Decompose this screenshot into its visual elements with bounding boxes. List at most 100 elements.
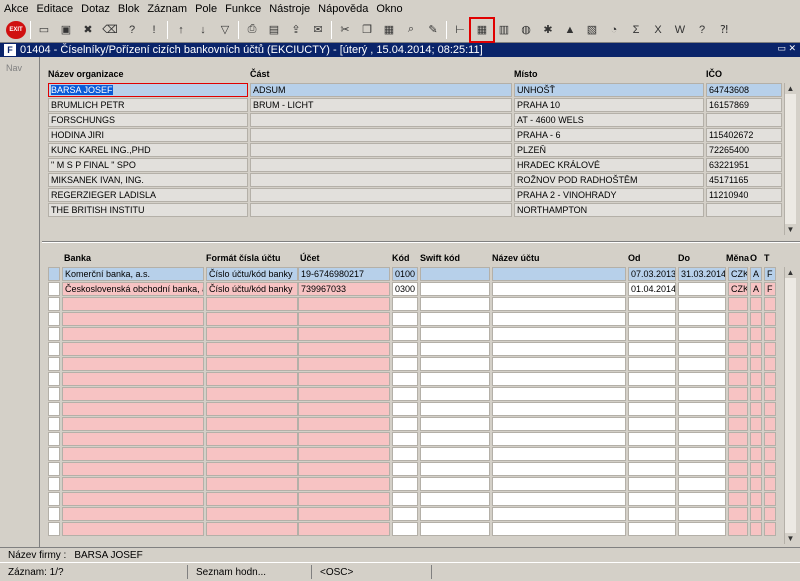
valid-from-cell[interactable] [628,417,676,431]
bank-name-cell[interactable] [62,312,204,326]
menu-item[interactable]: Pole [195,3,217,15]
org-ico-cell[interactable]: 72265400 [706,143,782,157]
scroll-up-icon[interactable]: ▲ [785,267,796,278]
account-number-cell[interactable] [298,477,390,491]
bank-scrollbar[interactable]: ▲ ▼ [784,267,796,544]
valid-to-cell[interactable] [678,432,726,446]
row-selector[interactable] [48,417,60,431]
account-number-cell[interactable] [298,462,390,476]
o-cell[interactable] [750,297,762,311]
account-number-cell[interactable] [298,312,390,326]
t-cell[interactable] [764,297,776,311]
cut-icon[interactable]: ✂ [336,21,354,39]
org-place-cell[interactable]: NORTHAMPTON [514,203,704,217]
currency-cell[interactable] [728,387,748,401]
account-number-cell[interactable] [298,522,390,536]
valid-from-cell[interactable] [628,447,676,461]
swift-cell[interactable] [420,357,490,371]
account-name-cell[interactable] [492,387,626,401]
swift-cell[interactable] [420,312,490,326]
row-selector[interactable] [48,282,60,296]
swift-cell[interactable] [420,327,490,341]
valid-from-cell[interactable] [628,462,676,476]
bank-code-cell[interactable] [392,402,418,416]
valid-from-cell[interactable] [628,477,676,491]
bank-code-cell[interactable] [392,432,418,446]
account-name-cell[interactable] [492,447,626,461]
o-cell[interactable] [750,312,762,326]
mail-icon[interactable]: ✉ [309,21,327,39]
account-name-cell[interactable] [492,492,626,506]
currency-cell[interactable] [728,462,748,476]
org-place-cell[interactable]: PRAHA 10 [514,98,704,112]
org-name-cell[interactable]: BRUMLICH PETR [48,98,248,112]
valid-to-cell[interactable] [678,477,726,491]
org-part-cell[interactable]: ADSUM [250,83,512,97]
bank-code-cell[interactable]: 0100 [392,267,418,281]
org-name-cell[interactable]: HODINA JIRI [48,128,248,142]
t-cell[interactable]: F [764,267,776,281]
row-selector[interactable] [48,507,60,521]
account-format-cell[interactable] [206,357,298,371]
org-ico-cell[interactable]: 63221951 [706,158,782,172]
t-cell[interactable] [764,507,776,521]
exit-button[interactable]: EXIT [6,20,26,39]
row-selector[interactable] [48,447,60,461]
menu-item[interactable]: Funkce [225,3,261,15]
tree-icon[interactable]: ⊢ [451,21,469,39]
org-ico-cell[interactable] [706,113,782,127]
paste-icon[interactable]: ▦ [380,21,398,39]
t-cell[interactable]: F [764,282,776,296]
find-icon[interactable]: ⌕ [402,21,420,39]
row-selector[interactable] [48,327,60,341]
o-cell[interactable] [750,507,762,521]
account-name-cell[interactable] [492,432,626,446]
account-format-cell[interactable] [206,492,298,506]
account-name-cell[interactable] [492,402,626,416]
o-cell[interactable] [750,522,762,536]
delete-icon[interactable]: ✖ [79,21,97,39]
currency-cell[interactable] [728,522,748,536]
swift-cell[interactable] [420,507,490,521]
o-cell[interactable]: A [750,282,762,296]
execute-query-icon[interactable]: ! [145,21,163,39]
org-ico-cell[interactable]: 45171165 [706,173,782,187]
row-selector[interactable] [48,297,60,311]
row-selector[interactable] [48,492,60,506]
menu-item[interactable]: Dotaz [81,3,110,15]
bank-name-cell[interactable]: Komerční banka, a.s. [62,267,204,281]
currency-cell[interactable]: CZK [728,282,748,296]
account-number-cell[interactable]: 739967033 [298,282,390,296]
row-selector[interactable] [48,357,60,371]
t-cell[interactable] [764,327,776,341]
org-ico-cell[interactable]: 115402672 [706,128,782,142]
calendar-icon[interactable]: ▦ [469,16,495,43]
bank-name-cell[interactable] [62,372,204,386]
org-part-cell[interactable] [250,203,512,217]
account-format-cell[interactable] [206,372,298,386]
account-number-cell[interactable] [298,387,390,401]
org-name-cell[interactable]: BARSA JOSEF [48,83,248,97]
valid-to-cell[interactable] [678,507,726,521]
bank-name-cell[interactable] [62,402,204,416]
bank-name-cell[interactable] [62,357,204,371]
valid-to-cell[interactable] [678,417,726,431]
bank-code-cell[interactable] [392,297,418,311]
nav-label[interactable]: Nav [6,63,39,73]
bank-code-cell[interactable] [392,372,418,386]
org-name-cell[interactable]: REGERZIEGER LADISLA [48,188,248,202]
enter-query-icon[interactable]: ? [123,21,141,39]
org-place-cell[interactable]: PRAHA - 6 [514,128,704,142]
o-cell[interactable] [750,477,762,491]
account-format-cell[interactable] [206,297,298,311]
t-cell[interactable] [764,477,776,491]
currency-cell[interactable] [728,432,748,446]
org-part-cell[interactable]: BRUM - LICHT [250,98,512,112]
currency-cell[interactable] [728,327,748,341]
o-cell[interactable] [750,372,762,386]
row-selector[interactable] [48,522,60,536]
valid-to-cell[interactable] [678,402,726,416]
swift-cell[interactable] [420,372,490,386]
account-format-cell[interactable] [206,402,298,416]
t-cell[interactable] [764,417,776,431]
